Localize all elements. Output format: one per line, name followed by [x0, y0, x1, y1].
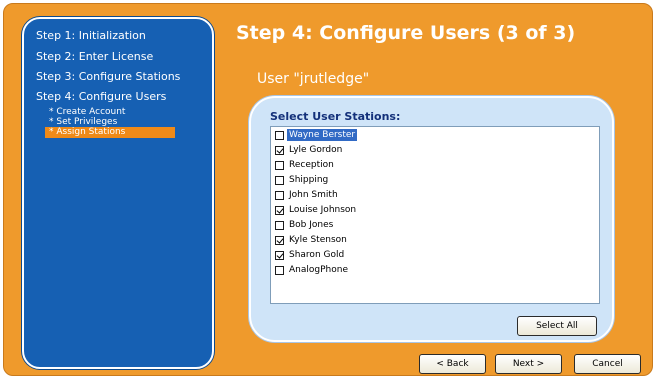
checkbox-unchecked-icon[interactable] — [275, 190, 284, 200]
station-row[interactable]: Wayne Berster — [275, 128, 358, 142]
checkbox-checked-icon[interactable] — [275, 235, 284, 245]
cancel-button[interactable]: Cancel — [574, 354, 641, 374]
station-row[interactable]: AnalogPhone — [275, 263, 350, 277]
page-title: Step 4: Configure Users (3 of 3) — [236, 22, 576, 44]
step-configure-stations: Step 3: Configure Stations — [36, 70, 181, 83]
wizard-sidebar: Step 1: Initialization Step 2: Enter Lic… — [22, 17, 214, 369]
station-row[interactable]: Lyle Gordon — [275, 143, 344, 157]
station-row[interactable]: Louise Johnson — [275, 203, 358, 217]
checkbox-unchecked-icon[interactable] — [275, 175, 284, 185]
station-label: Kyle Stenson — [289, 235, 347, 245]
station-row[interactable]: Shipping — [275, 173, 330, 187]
user-label: User "jrutledge" — [257, 71, 370, 87]
station-row[interactable]: Kyle Stenson — [275, 233, 349, 247]
station-label: Wayne Berster — [287, 129, 358, 141]
stations-listbox[interactable]: Wayne Berster Lyle Gordon Reception Shippin… — [270, 126, 600, 304]
station-label: Reception — [289, 160, 334, 170]
panel-title: Select User Stations: — [270, 110, 401, 123]
checkbox-checked-icon[interactable] — [275, 250, 284, 260]
checkbox-checked-icon[interactable] — [275, 205, 284, 215]
station-label: Louise Johnson — [289, 205, 357, 215]
step-initialization: Step 1: Initialization — [36, 29, 146, 42]
station-label: Lyle Gordon — [289, 145, 343, 155]
stations-panel: Select User Stations: Wayne Berster Lyle … — [249, 96, 614, 342]
substep-create-account: * Create Account — [49, 107, 126, 117]
station-row[interactable]: Sharon Gold — [275, 248, 346, 262]
step-configure-users: Step 4: Configure Users — [36, 90, 167, 103]
station-label: AnalogPhone — [289, 265, 348, 275]
select-all-button[interactable]: Select All — [517, 316, 597, 336]
checkbox-unchecked-icon[interactable] — [275, 160, 284, 170]
station-row[interactable]: Bob Jones — [275, 218, 335, 232]
station-row[interactable]: John Smith — [275, 188, 340, 202]
checkbox-checked-icon[interactable] — [275, 145, 284, 155]
next-button[interactable]: Next > — [495, 354, 562, 374]
checkbox-unchecked-icon[interactable] — [275, 220, 284, 230]
station-label: John Smith — [289, 190, 338, 200]
station-label: Shipping — [289, 175, 329, 185]
station-row[interactable]: Reception — [275, 158, 336, 172]
step-enter-license: Step 2: Enter License — [36, 50, 154, 63]
substep-assign-stations: * Assign Stations — [45, 127, 175, 138]
back-button[interactable]: < Back — [419, 354, 486, 374]
substep-set-privileges: * Set Privileges — [49, 117, 118, 127]
station-label: Bob Jones — [289, 220, 334, 230]
checkbox-unchecked-icon[interactable] — [275, 130, 284, 140]
checkbox-unchecked-icon[interactable] — [275, 265, 284, 275]
station-label: Sharon Gold — [289, 250, 345, 260]
